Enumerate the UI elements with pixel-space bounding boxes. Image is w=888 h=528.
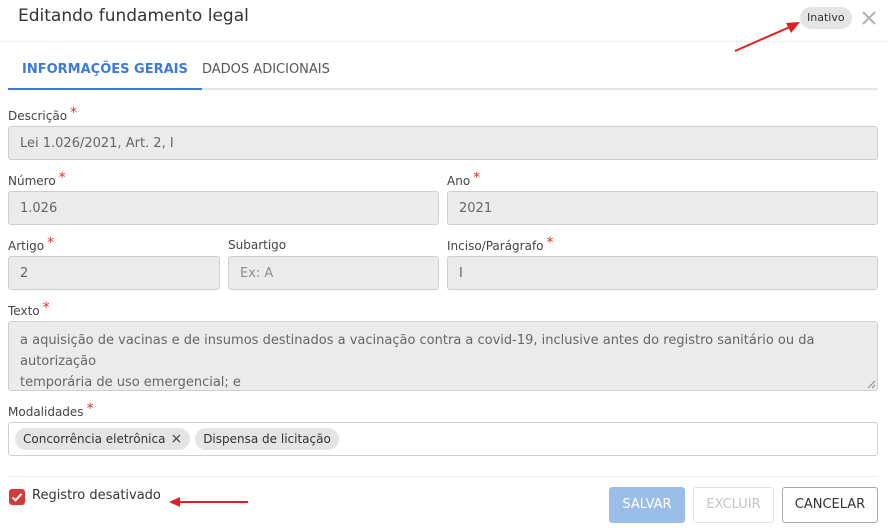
- check-icon: [11, 493, 23, 502]
- modalidade-tag-label: Dispensa de licitação: [203, 432, 331, 446]
- subartigo-label: Subartigo: [228, 238, 287, 252]
- ano-label-text: Ano: [447, 174, 471, 188]
- texto-label-text: Texto: [8, 304, 40, 318]
- subartigo-field[interactable]: Ex: A: [228, 256, 439, 290]
- tab-dados-adicionais[interactable]: DADOS ADICIONAIS: [188, 52, 344, 90]
- tab-bar: INFORMAÇÕES GERAIS DADOS ADICIONAIS: [8, 52, 878, 90]
- texto-label: Texto *: [8, 300, 50, 319]
- required-marker: *: [86, 401, 94, 417]
- remove-icon[interactable]: ×: [170, 428, 182, 450]
- numero-field[interactable]: 1.026: [8, 191, 439, 225]
- modalidade-tag: Dispensa de licitação: [195, 428, 339, 450]
- status-badge: Inativo: [800, 7, 852, 29]
- save-button[interactable]: SALVAR: [609, 487, 685, 523]
- descricao-label-text: Descrição: [8, 109, 68, 123]
- delete-button[interactable]: EXCLUIR: [693, 487, 774, 523]
- modalidades-label-text: Modalidades: [8, 405, 84, 419]
- descricao-field[interactable]: Lei 1.026/2021, Art. 2, I: [8, 126, 878, 160]
- tab-informacoes-gerais[interactable]: INFORMAÇÕES GERAIS: [8, 52, 202, 90]
- texto-line-1: a aquisição de vacinas e de insumos dest…: [20, 333, 815, 369]
- required-marker: *: [70, 105, 78, 121]
- modalidades-tags-input[interactable]: Concorrência eletrônica × Dispensa de li…: [8, 422, 878, 456]
- required-marker: *: [546, 235, 554, 251]
- artigo-label-text: Artigo: [8, 239, 45, 253]
- modalidade-tag: Concorrência eletrônica ×: [15, 428, 191, 450]
- annotation-arrow-status: [734, 22, 800, 52]
- required-marker: *: [47, 235, 55, 251]
- cancel-button[interactable]: CANCELAR: [782, 487, 878, 523]
- required-marker: *: [58, 170, 66, 186]
- numero-label-text: Número: [8, 174, 56, 188]
- artigo-field[interactable]: 2: [8, 256, 220, 290]
- registro-desativado-label[interactable]: Registro desativado: [32, 488, 161, 503]
- numero-label: Número *: [8, 170, 66, 189]
- close-icon: [862, 11, 876, 25]
- required-marker: *: [42, 300, 50, 316]
- inciso-label: Inciso/Parágrafo *: [447, 235, 554, 254]
- resize-handle-icon[interactable]: [867, 380, 876, 389]
- ano-label: Ano *: [447, 170, 481, 189]
- footer-divider: [8, 476, 878, 477]
- ano-field[interactable]: 2021: [447, 191, 878, 225]
- descricao-label: Descrição *: [8, 105, 78, 124]
- artigo-label: Artigo *: [8, 235, 55, 254]
- modal-title: Editando fundamento legal: [18, 6, 249, 26]
- close-button[interactable]: [858, 7, 880, 29]
- texto-textarea[interactable]: a aquisição de vacinas e de insumos dest…: [8, 321, 878, 391]
- texto-line-2: temporária de uso emergencial; e: [20, 375, 241, 390]
- modalidade-tag-label: Concorrência eletrônica: [23, 432, 166, 446]
- inciso-label-text: Inciso/Parágrafo: [447, 239, 544, 253]
- modalidades-label: Modalidades *: [8, 401, 94, 420]
- registro-desativado-checkbox[interactable]: [9, 489, 25, 505]
- inciso-field[interactable]: I: [447, 256, 878, 290]
- required-marker: *: [473, 170, 481, 186]
- annotation-arrow-checkbox: [169, 497, 248, 507]
